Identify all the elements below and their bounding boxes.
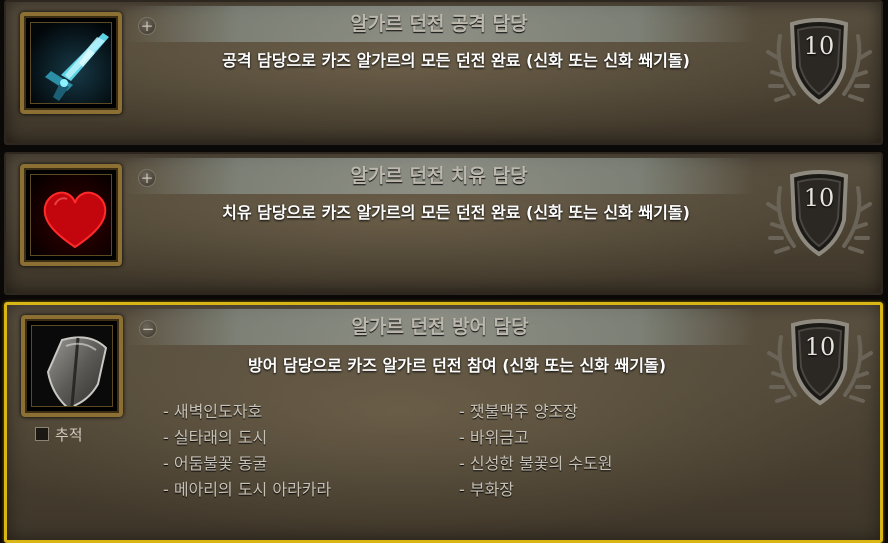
criteria-item: - 바위금고 bbox=[459, 428, 529, 447]
collapse-toggle-icon[interactable]: − bbox=[139, 320, 157, 338]
criteria-column-right: - 잿불맥주 양조장 - 바위금고 - 신성한 불꽃의 수도원 - 부화장 bbox=[459, 399, 613, 503]
achievement-description: 공격 담당으로 카즈 알가르의 모든 던전 완료 (신화 또는 신화 쐐기돌) bbox=[222, 51, 690, 70]
achievement-icon-frame bbox=[20, 12, 122, 114]
criteria-item: - 어둠불꽃 동굴 bbox=[163, 454, 268, 473]
achievement-row-tank[interactable]: 알가르 던전 방어 담당 − 추적 방어 담당으로 카즈 알가르 던전 참여 (… bbox=[4, 302, 883, 543]
achievement-icon-frame bbox=[20, 164, 122, 266]
shield-icon bbox=[31, 325, 113, 407]
achievement-description: 치유 담당으로 카즈 알가르의 모든 던전 완료 (신화 또는 신화 쐐기돌) bbox=[222, 203, 690, 222]
expand-toggle-icon[interactable]: + bbox=[138, 169, 156, 187]
achievement-icon-frame bbox=[21, 315, 123, 417]
heart-icon bbox=[30, 174, 112, 256]
sword-icon bbox=[30, 22, 112, 104]
points-shield-icon: 10 bbox=[764, 6, 874, 116]
points-shield-icon: 10 bbox=[764, 158, 874, 268]
criteria-item: - 잿불맥주 양조장 bbox=[459, 402, 578, 421]
achievement-title: 알가르 던전 치유 담당 bbox=[350, 165, 528, 187]
achievement-points: 10 bbox=[803, 184, 835, 212]
criteria-column-left: - 새벽인도자호 - 실타래의 도시 - 어둠불꽃 동굴 - 메아리의 도시 아… bbox=[163, 399, 331, 503]
points-shield-icon: 10 bbox=[765, 307, 875, 417]
achievement-row-healer[interactable]: 알가르 던전 치유 담당 + 치유 담당으로 카즈 알가르의 모든 던전 완료 … bbox=[4, 152, 883, 295]
achievement-points: 10 bbox=[803, 32, 835, 60]
checkbox-icon[interactable] bbox=[35, 427, 49, 441]
expand-toggle-icon[interactable]: + bbox=[138, 17, 156, 35]
criteria-item: - 신성한 불꽃의 수도원 bbox=[459, 454, 613, 473]
achievement-title: 알가르 던전 공격 담당 bbox=[350, 13, 528, 35]
criteria-item: - 부화장 bbox=[459, 480, 515, 499]
track-label: 추적 bbox=[55, 426, 83, 444]
achievement-row-damage[interactable]: 알가르 던전 공격 담당 + 공격 담당으로 카즈 알가르의 모든 던전 완료 … bbox=[4, 0, 883, 145]
achievement-points: 10 bbox=[804, 333, 836, 361]
criteria-item: - 실타래의 도시 bbox=[163, 428, 268, 447]
achievement-description: 방어 담당으로 카즈 알가르 던전 참여 (신화 또는 신화 쐐기돌) bbox=[247, 356, 667, 375]
criteria-item: - 새벽인도자호 bbox=[163, 402, 263, 421]
criteria-item: - 메아리의 도시 아라카라 bbox=[163, 480, 332, 499]
track-checkbox[interactable]: 추적 bbox=[35, 426, 83, 444]
achievement-title: 알가르 던전 방어 담당 bbox=[351, 316, 529, 338]
